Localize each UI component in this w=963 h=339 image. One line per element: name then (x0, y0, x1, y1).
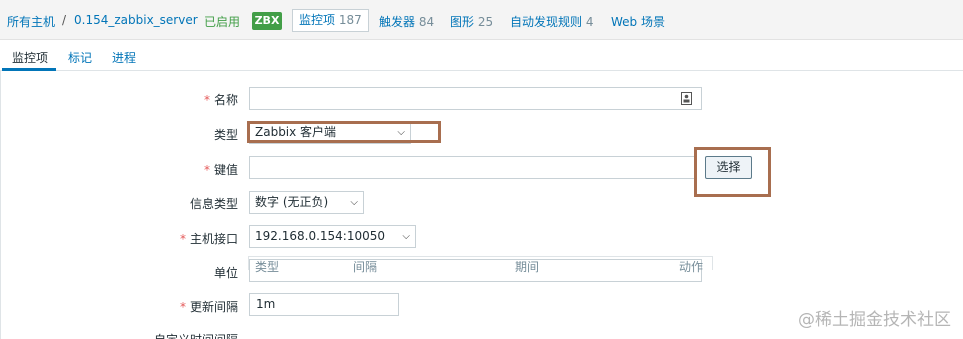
item-form-tabs: 监控项 标记 进程 (0, 40, 963, 71)
discovery-rules-nav-label: 自动发现规则 (510, 15, 583, 29)
all-hosts-link[interactable]: 所有主机 (7, 13, 55, 30)
update-interval-input[interactable]: 1m (249, 293, 399, 316)
info-type-select-value: 数字 (无正负) (255, 195, 329, 209)
custom-intervals-label: 自定义时间间隔 (154, 331, 238, 339)
items-count: 187 (338, 13, 362, 27)
info-type-select[interactable]: 数字 (无正负) ⌵ (249, 191, 364, 214)
tab-tags[interactable]: 标记 (68, 49, 92, 66)
units-label: 单位 (213, 266, 238, 280)
name-label-text: 名称 (213, 93, 238, 107)
type-label: 类型 (213, 128, 238, 142)
column-type: 类型 (255, 260, 280, 274)
host-status-enabled[interactable]: 已启用 (204, 13, 240, 30)
discovery-rules-count: 4 (585, 15, 594, 29)
highlight-box-select (694, 147, 771, 197)
triggers-count: 84 (418, 15, 435, 29)
key-input[interactable] (249, 156, 696, 179)
graphs-nav-label: 图形 (450, 15, 475, 29)
zbx-availability-badge: ZBX (252, 12, 282, 30)
watermark-text: @稀土掘金技术社区 (798, 310, 951, 330)
host-interface-select-value: 192.168.0.154:10050 (255, 229, 386, 243)
breadcrumb-separator: / (62, 13, 67, 27)
tab-preprocessing[interactable]: 进程 (112, 49, 136, 66)
name-input[interactable] (249, 87, 702, 110)
graphs-nav-link[interactable]: 图形 25 (450, 13, 493, 30)
required-marker: * (179, 300, 186, 314)
host-interface-select[interactable]: 192.168.0.154:10050 ⌵ (249, 225, 416, 248)
contact-card-icon (681, 92, 692, 105)
triggers-nav-label: 触发器 (379, 15, 416, 29)
chevron-down-icon: ⌵ (402, 231, 410, 242)
column-action: 动作 (679, 260, 704, 274)
key-label-text: 键值 (213, 163, 238, 177)
info-type-label: 信息类型 (189, 197, 238, 211)
items-nav-label: 监控项 (299, 13, 336, 27)
host-navigation-bar: 所有主机 / 0.154_zabbix_server 已启用 ZBX 监控项 1… (0, 0, 963, 40)
required-marker: * (203, 93, 210, 107)
column-period: 期间 (515, 260, 540, 274)
graphs-count: 25 (477, 15, 494, 29)
key-label: * 键值 (204, 161, 238, 178)
web-scenarios-nav-link[interactable]: Web 场景 (611, 13, 665, 30)
discovery-rules-nav-link[interactable]: 自动发现规则 4 (510, 13, 593, 30)
host-interface-label: * 主机接口 (180, 230, 238, 247)
name-label: * 名称 (204, 91, 238, 108)
column-interval: 间隔 (353, 260, 378, 274)
required-marker: * (179, 232, 186, 246)
highlight-box-type (247, 121, 441, 143)
host-interface-label-text: 主机接口 (189, 232, 238, 246)
required-marker: * (203, 163, 210, 177)
host-link[interactable]: 0.154_zabbix_server (74, 13, 198, 27)
update-interval-label-text: 更新间隔 (189, 300, 238, 314)
triggers-nav-link[interactable]: 触发器 84 (379, 13, 434, 30)
update-interval-label: * 更新间隔 (180, 298, 238, 315)
custom-intervals-table-header: 类型 间隔 期间 动作 (248, 256, 713, 274)
item-form: * 名称 类型 Zabbix 客户端 ⌵ * 键值 选择 信息类型 数字 (无正负)… (0, 71, 963, 339)
items-nav-link[interactable]: 监控项 187 (292, 9, 369, 32)
chevron-down-icon: ⌵ (350, 197, 358, 208)
tab-item[interactable]: 监控项 (12, 49, 48, 66)
